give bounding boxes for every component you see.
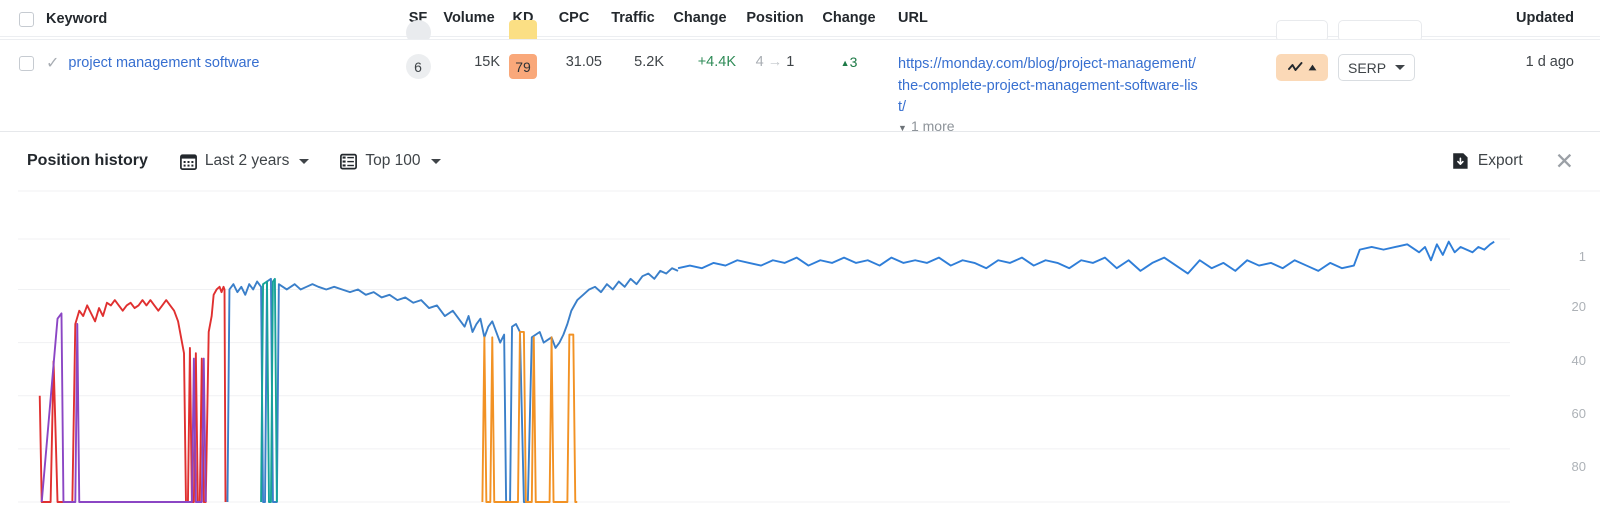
chart-line-url-blue-main — [677, 240, 1495, 275]
traffic-change-value: +4.4K — [697, 54, 736, 70]
serp-button-label: SERP — [1348, 59, 1387, 76]
row-keyword-cell: ✓ project management software — [46, 54, 398, 72]
row-actions-clipped — [1264, 20, 1454, 39]
table-row[interactable]: ✓ project management software 6 15K 79 3… — [0, 54, 1600, 134]
row-checkbox[interactable] — [19, 56, 34, 71]
row-volume: 15K — [474, 54, 500, 70]
row-kd-clipped: 0 — [500, 20, 546, 39]
position-current: 1 — [786, 54, 795, 70]
row-position: 4 → 1 — [736, 54, 814, 70]
sf-badge-clipped: 0 — [405, 20, 431, 39]
chevron-down-icon — [1395, 65, 1406, 70]
y-axis-tick-label: 60 — [1571, 405, 1586, 421]
row-position-change: ▲3 — [814, 54, 884, 71]
y-axis-tick-label: 1 — [1578, 249, 1586, 264]
keyword-link[interactable]: project management software — [68, 55, 259, 71]
row-url-cell: https://monday.com/blog/project-manageme… — [884, 54, 1264, 135]
table-row-previous-clipped[interactable]: 0 0 — [0, 20, 1600, 40]
y-axis-tick-label: 80 — [1571, 458, 1586, 474]
kd-badge: 79 — [509, 54, 537, 79]
caret-up-icon — [1308, 64, 1316, 71]
row-updated: 1 d ago — [1454, 54, 1600, 70]
url-line-2: the-complete-project-management-software… — [898, 77, 1198, 94]
calendar-icon — [179, 153, 197, 170]
position-history-panel: Position history Last 2 years Top 100 Ex… — [0, 131, 1600, 512]
chart-svg — [18, 190, 1600, 503]
trend-chart-button[interactable] — [1276, 54, 1328, 81]
list-icon — [340, 153, 358, 169]
position-change-number: 3 — [849, 54, 858, 70]
export-button[interactable]: Export — [1452, 152, 1523, 170]
position-history-chart[interactable]: 22 Sep 202029 Dec 202031 Mar 202122 Jul … — [0, 190, 1600, 512]
row-sf-clipped: 0 — [398, 20, 438, 39]
row-sf-cell: 6 — [398, 54, 438, 79]
zigzag-trend-icon — [1287, 62, 1302, 71]
chart-line-url-blue-early — [226, 267, 679, 503]
triangle-up-icon: ▲ — [840, 58, 850, 68]
panel-title: Position history — [27, 152, 148, 169]
panel-header-right: Export ✕ — [1452, 149, 1600, 173]
chart-line-url-red — [38, 285, 227, 503]
url-line-1: https://monday.com/blog/project-manageme… — [898, 56, 1196, 72]
export-label: Export — [1477, 152, 1523, 169]
date-range-selector[interactable]: Last 2 years — [179, 152, 310, 170]
y-axis-tick-label: 20 — [1571, 299, 1586, 315]
row-keyword-clipped — [46, 20, 398, 21]
top-filter-label: Top 100 — [365, 152, 421, 169]
y-axis-tick-label: 40 — [1571, 352, 1586, 368]
row-checkbox-cell-clipped — [0, 20, 46, 22]
result-url-link[interactable]: https://monday.com/blog/project-manageme… — [898, 54, 1264, 119]
row-traffic-change: +4.4K — [664, 54, 736, 70]
position-arrow-icon: → — [767, 54, 783, 70]
serp-button[interactable]: SERP — [1338, 54, 1416, 81]
chevron-down-icon-top — [430, 158, 441, 164]
sf-badge: 6 — [405, 54, 431, 79]
top-filter-selector[interactable]: Top 100 — [340, 152, 441, 170]
updated-value: 1 d ago — [1525, 54, 1574, 70]
row-actions: SERP — [1264, 54, 1454, 81]
export-download-icon — [1453, 153, 1468, 169]
keywords-table: Keyword SF Volume KD CPC Traffic Change … — [0, 0, 1600, 134]
serp-button-clipped[interactable] — [1338, 20, 1422, 39]
row-cpc: 31.05 — [565, 54, 602, 70]
chevron-down-icon-date — [299, 158, 310, 164]
checkmark-icon: ✓ — [46, 55, 60, 72]
row-traffic: 5.2K — [634, 54, 664, 70]
position-previous: 4 — [755, 54, 764, 70]
row-kd-cell: 79 — [500, 54, 546, 79]
trend-button-clipped[interactable] — [1276, 20, 1328, 39]
date-range-label: Last 2 years — [204, 152, 290, 169]
position-change-value: ▲3 — [841, 54, 858, 70]
close-panel-button[interactable]: ✕ — [1555, 149, 1574, 173]
url-line-3: t/ — [898, 99, 907, 115]
kd-badge-clipped: 0 — [509, 20, 537, 39]
panel-header: Position history Last 2 years Top 100 Ex… — [0, 132, 1600, 190]
row-checkbox-cell — [0, 54, 46, 71]
